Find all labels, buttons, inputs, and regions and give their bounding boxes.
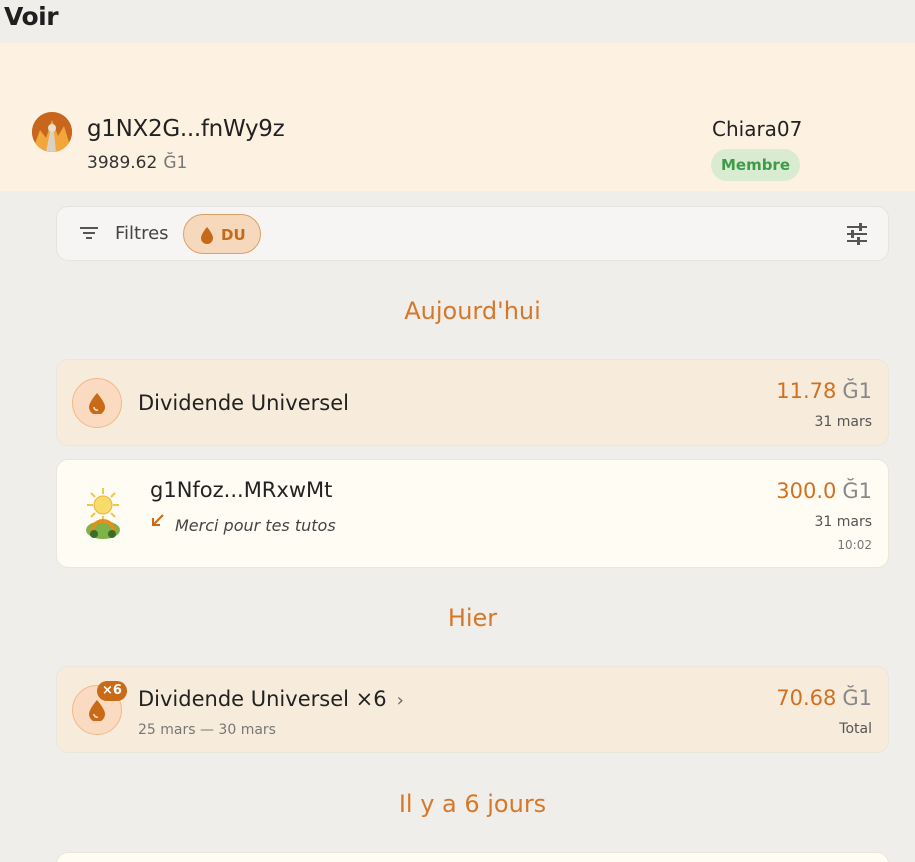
- account-balance: 3989.62 Ğ1: [87, 153, 187, 173]
- tx-card[interactable]: g1Nfoz...MRxwMt Merci pour tes tutos 300…: [56, 459, 889, 568]
- filter-list-icon[interactable]: [79, 225, 99, 245]
- account-address[interactable]: g1NX2G...fnWy9z: [87, 116, 285, 142]
- du-title: Dividende Universel: [138, 391, 349, 415]
- du-group-amount: 70.68 Ğ1: [776, 686, 872, 710]
- sender-avatar: [72, 482, 134, 544]
- du-group-amount-value: 70.68: [776, 686, 837, 710]
- du-group-card[interactable]: ×6 Dividende Universel ×6 › 25 mars — 30 …: [56, 666, 889, 753]
- page-title: Voir: [4, 2, 59, 31]
- filter-bar: Filtres DU: [56, 206, 889, 261]
- du-group-amount-currency: Ğ1: [842, 686, 872, 710]
- incoming-arrow-icon: [151, 512, 165, 531]
- drop-icon: [200, 226, 214, 248]
- account-header: g1NX2G...fnWy9z 3989.62 Ğ1 Chiara07 Membr…: [0, 43, 915, 191]
- balance-value: 3989.62: [87, 153, 158, 173]
- section-yesterday: Hier: [447, 604, 498, 632]
- tune-settings-icon[interactable]: [845, 222, 869, 250]
- chevron-right-icon[interactable]: ›: [397, 690, 404, 711]
- multiplier-badge: ×6: [97, 681, 127, 701]
- balance-currency: Ğ1: [163, 153, 188, 173]
- tx-amount-value: 300.0: [776, 479, 837, 503]
- member-badge: Membre: [711, 149, 800, 181]
- tx-amount: 300.0 Ğ1: [776, 479, 872, 503]
- sender-address: g1Nfoz...MRxwMt: [150, 478, 333, 502]
- tx-comment: Merci pour tes tutos: [175, 516, 336, 535]
- account-username: Chiara07: [712, 117, 803, 141]
- du-amount: 11.78 Ğ1: [776, 379, 872, 403]
- drop-icon: [89, 393, 105, 414]
- section-today: Aujourd'hui: [404, 297, 541, 325]
- du-filter-chip[interactable]: DU: [183, 214, 261, 254]
- du-group-title-text: Dividende Universel ×6: [138, 687, 387, 711]
- du-date: 31 mars: [814, 414, 872, 430]
- du-transaction-card[interactable]: Dividende Universel 11.78 Ğ1 31 mars: [56, 359, 889, 446]
- du-group-range: 25 mars — 30 mars: [138, 722, 276, 738]
- drop-icon: [89, 700, 105, 721]
- tx-date: 31 mars: [814, 514, 872, 530]
- du-amount-currency: Ğ1: [842, 379, 872, 403]
- tx-amount-currency: Ğ1: [842, 479, 872, 503]
- du-icon-circle: [72, 378, 122, 428]
- du-group-title: Dividende Universel ×6 ›: [138, 687, 404, 711]
- tx-card-partial[interactable]: [56, 852, 889, 862]
- filters-label[interactable]: Filtres: [115, 223, 169, 244]
- account-avatar[interactable]: [32, 112, 72, 152]
- du-amount-value: 11.78: [776, 379, 837, 403]
- du-chip-label: DU: [221, 226, 246, 244]
- tx-time: 10:02: [837, 538, 872, 552]
- du-group-total-label: Total: [839, 721, 872, 737]
- section-six-days: Il y a 6 jours: [398, 790, 547, 818]
